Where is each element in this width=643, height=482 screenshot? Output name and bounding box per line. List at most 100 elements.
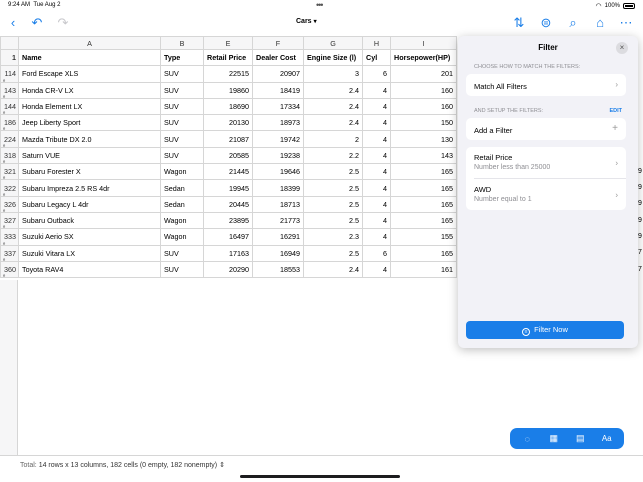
table-cell[interactable]: 4: [362, 211, 391, 230]
comment-icon[interactable]: ◌: [516, 434, 538, 444]
table-cell[interactable]: 21773: [252, 211, 304, 230]
table-cell[interactable]: 19238: [252, 146, 304, 165]
table-cell[interactable]: 2.3: [303, 228, 363, 246]
filter-item[interactable]: AWD Number equal to 1 ›: [466, 179, 626, 210]
table-cell[interactable]: 161: [390, 260, 457, 279]
back-chevron-icon[interactable]: ‹: [5, 15, 21, 31]
table-cell[interactable]: Suzuki Aerio SX: [18, 228, 161, 246]
table-cell[interactable]: 201: [390, 65, 457, 83]
row-number[interactable]: 143 ⇕: [0, 81, 19, 99]
match-filters-row[interactable]: Match All Filters ›: [466, 74, 626, 96]
table-cell[interactable]: 22515: [203, 65, 253, 83]
table-cell[interactable]: 17334: [252, 97, 304, 116]
row-resize-handle-icon[interactable]: ⇕: [2, 275, 6, 277]
column-header[interactable]: F: [252, 36, 304, 50]
document-title[interactable]: Cars ▾: [296, 18, 317, 25]
table-cell[interactable]: 20585: [203, 146, 253, 165]
table-cell[interactable]: 18553: [252, 260, 304, 279]
row-number[interactable]: 337 ⇕: [0, 244, 19, 262]
partial-cell[interactable]: [638, 66, 643, 82]
row-number[interactable]: 321 ⇕: [0, 163, 19, 181]
table-cell[interactable]: Ford Escape XLS: [18, 65, 161, 83]
table-cell[interactable]: 2.4: [303, 260, 363, 279]
partial-cell[interactable]: 9: [638, 180, 643, 196]
table-cell[interactable]: 130: [390, 130, 457, 148]
table-cell[interactable]: 19860: [203, 81, 253, 99]
more-icon[interactable]: ⋯: [618, 15, 634, 31]
table-cell[interactable]: 18690: [203, 97, 253, 116]
table-cell[interactable]: Wagon: [160, 163, 204, 181]
table-cell[interactable]: SUV: [160, 97, 204, 116]
table-cell[interactable]: SUV: [160, 146, 204, 165]
table-cell[interactable]: Dealer Cost: [252, 48, 304, 67]
table-cell[interactable]: Jeep Liberty Sport: [18, 114, 161, 132]
table-cell[interactable]: 4: [362, 260, 391, 279]
partial-cell[interactable]: [638, 131, 643, 147]
table-cell[interactable]: 20445: [203, 195, 253, 213]
table-cell[interactable]: 143: [390, 146, 457, 165]
row-number[interactable]: 322 ⇕: [0, 179, 19, 197]
row-number[interactable]: 224 ⇕: [0, 130, 19, 148]
multitasking-dots-icon[interactable]: •••: [316, 0, 324, 10]
table-cell[interactable]: 4: [362, 81, 391, 99]
total-summary[interactable]: Total: 14 rows x 13 columns, 182 cells (…: [20, 461, 225, 469]
table-cell[interactable]: Subaru Impreza 2.5 RS 4dr: [18, 179, 161, 197]
table-cell[interactable]: 160: [390, 81, 457, 99]
table-cell[interactable]: Sedan: [160, 195, 204, 213]
table-cell[interactable]: 23895: [203, 211, 253, 230]
table-cell[interactable]: 16949: [252, 244, 304, 262]
table-cell[interactable]: 165: [390, 163, 457, 181]
row-number[interactable]: 333 ⇕: [0, 228, 19, 246]
table-cell[interactable]: SUV: [160, 65, 204, 83]
table-cell[interactable]: 4: [362, 130, 391, 148]
corner-cell[interactable]: [0, 36, 19, 50]
table-cell[interactable]: Suzuki Vitara LX: [18, 244, 161, 262]
table-cell[interactable]: Subaru Forester X: [18, 163, 161, 181]
table-cell[interactable]: 17163: [203, 244, 253, 262]
table-cell[interactable]: 3: [303, 65, 363, 83]
row-number[interactable]: 318 ⇕: [0, 146, 19, 165]
table-cell[interactable]: Wagon: [160, 211, 204, 230]
partial-cell[interactable]: 9: [638, 196, 643, 212]
partial-cell[interactable]: [638, 147, 643, 163]
table-cell[interactable]: 2.4: [303, 81, 363, 99]
partial-cell[interactable]: [638, 99, 643, 115]
filter-item[interactable]: Retail Price Number less than 25000 ›: [466, 147, 626, 178]
table-cell[interactable]: 19742: [252, 130, 304, 148]
table-cell[interactable]: Engine Size (l): [303, 48, 363, 67]
table-cell[interactable]: Wagon: [160, 228, 204, 246]
table-cell[interactable]: 20907: [252, 65, 304, 83]
filter-now-button[interactable]: ≡ Filter Now: [466, 321, 624, 339]
table-cell[interactable]: 6: [362, 65, 391, 83]
sort-icon[interactable]: ⇅: [511, 15, 527, 31]
table-cell[interactable]: 4: [362, 179, 391, 197]
table-cell[interactable]: Name: [18, 48, 161, 67]
font-format-button[interactable]: Aa: [596, 434, 618, 443]
partial-cell[interactable]: 9: [638, 164, 643, 180]
table-cell[interactable]: Sedan: [160, 179, 204, 197]
table-cell[interactable]: 160: [390, 97, 457, 116]
table-cell[interactable]: 6: [362, 244, 391, 262]
table-cell[interactable]: 20290: [203, 260, 253, 279]
row-number[interactable]: 186 ⇕: [0, 114, 19, 132]
column-header[interactable]: A: [18, 36, 161, 50]
partial-cell[interactable]: 9: [638, 229, 643, 245]
table-cell[interactable]: 165: [390, 244, 457, 262]
table-cell[interactable]: SUV: [160, 244, 204, 262]
table-cell[interactable]: 4: [362, 163, 391, 181]
bank-icon[interactable]: ⌂: [592, 15, 608, 31]
table-cell[interactable]: 2.5: [303, 163, 363, 181]
table-cell[interactable]: 2.4: [303, 97, 363, 116]
column-header[interactable]: B: [160, 36, 204, 50]
table-cell[interactable]: 4: [362, 114, 391, 132]
table-cell[interactable]: 16497: [203, 228, 253, 246]
table-cell[interactable]: 4: [362, 195, 391, 213]
table-cell[interactable]: 155: [390, 228, 457, 246]
table-cell[interactable]: Mazda Tribute DX 2.0: [18, 130, 161, 148]
table-cell[interactable]: 150: [390, 114, 457, 132]
table-cell[interactable]: Horsepower(HP): [390, 48, 457, 67]
table-cell[interactable]: 4: [362, 97, 391, 116]
table-cell[interactable]: SUV: [160, 81, 204, 99]
table-cell[interactable]: 2.5: [303, 244, 363, 262]
table-cell[interactable]: 2: [303, 130, 363, 148]
